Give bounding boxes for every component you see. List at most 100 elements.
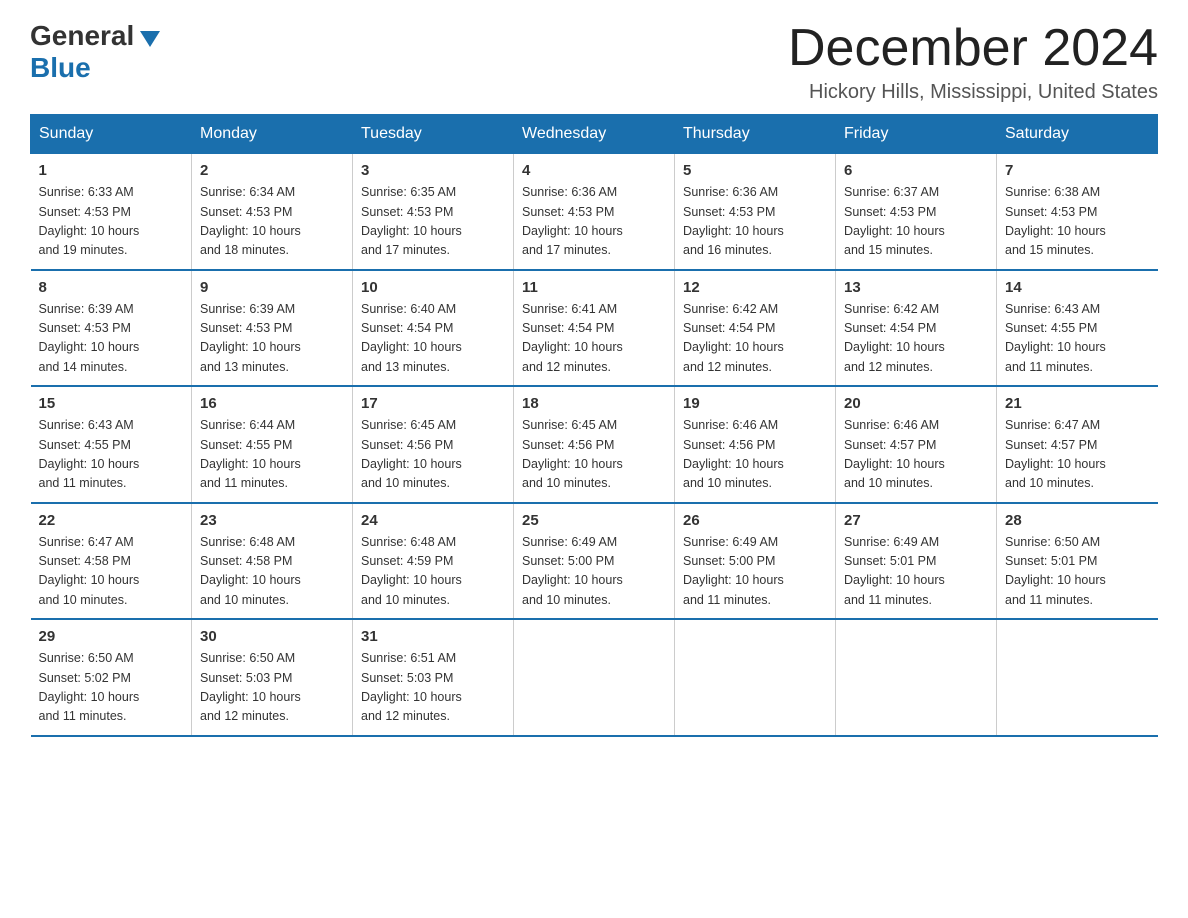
day-number: 11: [522, 279, 666, 296]
day-number: 6: [844, 162, 988, 179]
day-info: Sunrise: 6:49 AMSunset: 5:00 PMDaylight:…: [522, 533, 666, 611]
logo-general-text: General: [30, 20, 134, 52]
day-info: Sunrise: 6:42 AMSunset: 4:54 PMDaylight:…: [844, 300, 988, 378]
page-header: General Blue December 2024 Hickory Hills…: [30, 20, 1158, 104]
days-of-week-row: Sunday Monday Tuesday Wednesday Thursday…: [31, 115, 1158, 154]
calendar-cell: 10 Sunrise: 6:40 AMSunset: 4:54 PMDayligh…: [353, 270, 514, 387]
day-number: 18: [522, 395, 666, 412]
calendar-cell: 1Sunrise: 6:33 AMSunset: 4:53 PMDaylight…: [31, 154, 192, 270]
calendar-cell: 19Sunrise: 6:46 AMSunset: 4:56 PMDayligh…: [675, 386, 836, 503]
calendar-cell: [836, 619, 997, 736]
calendar-cell: 8 Sunrise: 6:39 AMSunset: 4:53 PMDaylight…: [31, 270, 192, 387]
day-info: Sunrise: 6:50 AMSunset: 5:01 PMDaylight:…: [1005, 533, 1150, 611]
day-number: 22: [39, 512, 184, 529]
location-text: Hickory Hills, Mississippi, United State…: [788, 81, 1158, 104]
day-number: 27: [844, 512, 988, 529]
day-number: 14: [1005, 279, 1150, 296]
calendar-cell: 17 Sunrise: 6:45 AMSunset: 4:56 PMDayligh…: [353, 386, 514, 503]
calendar-cell: 6 Sunrise: 6:37 AMSunset: 4:53 PMDaylight…: [836, 154, 997, 270]
day-number: 16: [200, 395, 344, 412]
calendar-cell: 22 Sunrise: 6:47 AMSunset: 4:58 PMDayligh…: [31, 503, 192, 620]
day-info: Sunrise: 6:38 AMSunset: 4:53 PMDaylight:…: [1005, 183, 1150, 261]
calendar-body: 1Sunrise: 6:33 AMSunset: 4:53 PMDaylight…: [31, 154, 1158, 736]
calendar-week-row: 15Sunrise: 6:43 AMSunset: 4:55 PMDayligh…: [31, 386, 1158, 503]
title-section: December 2024 Hickory Hills, Mississippi…: [788, 20, 1158, 104]
day-info: Sunrise: 6:43 AMSunset: 4:55 PMDaylight:…: [1005, 300, 1150, 378]
day-info: Sunrise: 6:46 AMSunset: 4:57 PMDaylight:…: [844, 416, 988, 494]
calendar-cell: 21Sunrise: 6:47 AMSunset: 4:57 PMDayligh…: [997, 386, 1158, 503]
calendar-cell: 26Sunrise: 6:49 AMSunset: 5:00 PMDayligh…: [675, 503, 836, 620]
calendar-cell: 31 Sunrise: 6:51 AMSunset: 5:03 PMDayligh…: [353, 619, 514, 736]
col-sunday: Sunday: [31, 115, 192, 154]
calendar-cell: 11Sunrise: 6:41 AMSunset: 4:54 PMDayligh…: [514, 270, 675, 387]
day-info: Sunrise: 6:40 AMSunset: 4:54 PMDaylight:…: [361, 300, 505, 378]
day-info: Sunrise: 6:45 AMSunset: 4:56 PMDaylight:…: [361, 416, 505, 494]
calendar-cell: 29 Sunrise: 6:50 AMSunset: 5:02 PMDayligh…: [31, 619, 192, 736]
day-number: 9: [200, 279, 344, 296]
calendar-cell: 2Sunrise: 6:34 AMSunset: 4:53 PMDaylight…: [192, 154, 353, 270]
calendar-week-row: 1Sunrise: 6:33 AMSunset: 4:53 PMDaylight…: [31, 154, 1158, 270]
day-info: Sunrise: 6:44 AMSunset: 4:55 PMDaylight:…: [200, 416, 344, 494]
day-info: Sunrise: 6:51 AMSunset: 5:03 PMDaylight:…: [361, 649, 505, 727]
col-tuesday: Tuesday: [353, 115, 514, 154]
day-info: Sunrise: 6:39 AMSunset: 4:53 PMDaylight:…: [200, 300, 344, 378]
day-number: 12: [683, 279, 827, 296]
day-number: 5: [683, 162, 827, 179]
day-number: 7: [1005, 162, 1150, 179]
calendar-week-row: 29 Sunrise: 6:50 AMSunset: 5:02 PMDayligh…: [31, 619, 1158, 736]
calendar-week-row: 22 Sunrise: 6:47 AMSunset: 4:58 PMDayligh…: [31, 503, 1158, 620]
day-info: Sunrise: 6:46 AMSunset: 4:56 PMDaylight:…: [683, 416, 827, 494]
calendar-cell: 5 Sunrise: 6:36 AMSunset: 4:53 PMDaylight…: [675, 154, 836, 270]
calendar-cell: 28Sunrise: 6:50 AMSunset: 5:01 PMDayligh…: [997, 503, 1158, 620]
calendar-cell: 4 Sunrise: 6:36 AMSunset: 4:53 PMDaylight…: [514, 154, 675, 270]
calendar-cell: 16 Sunrise: 6:44 AMSunset: 4:55 PMDayligh…: [192, 386, 353, 503]
calendar-cell: [675, 619, 836, 736]
day-number: 30: [200, 628, 344, 645]
calendar-week-row: 8 Sunrise: 6:39 AMSunset: 4:53 PMDaylight…: [31, 270, 1158, 387]
day-info: Sunrise: 6:36 AMSunset: 4:53 PMDaylight:…: [683, 183, 827, 261]
day-number: 31: [361, 628, 505, 645]
day-info: Sunrise: 6:35 AMSunset: 4:53 PMDaylight:…: [361, 183, 505, 261]
day-info: Sunrise: 6:50 AMSunset: 5:02 PMDaylight:…: [39, 649, 184, 727]
calendar-cell: 13Sunrise: 6:42 AMSunset: 4:54 PMDayligh…: [836, 270, 997, 387]
day-number: 23: [200, 512, 344, 529]
logo-blue-text: Blue: [30, 52, 91, 84]
calendar-cell: 24 Sunrise: 6:48 AMSunset: 4:59 PMDayligh…: [353, 503, 514, 620]
day-number: 29: [39, 628, 184, 645]
day-info: Sunrise: 6:45 AMSunset: 4:56 PMDaylight:…: [522, 416, 666, 494]
day-number: 17: [361, 395, 505, 412]
calendar-cell: 25 Sunrise: 6:49 AMSunset: 5:00 PMDayligh…: [514, 503, 675, 620]
calendar-cell: 14 Sunrise: 6:43 AMSunset: 4:55 PMDayligh…: [997, 270, 1158, 387]
calendar-cell: 3Sunrise: 6:35 AMSunset: 4:53 PMDaylight…: [353, 154, 514, 270]
day-number: 10: [361, 279, 505, 296]
day-info: Sunrise: 6:49 AMSunset: 5:01 PMDaylight:…: [844, 533, 988, 611]
day-info: Sunrise: 6:48 AMSunset: 4:58 PMDaylight:…: [200, 533, 344, 611]
day-number: 24: [361, 512, 505, 529]
day-info: Sunrise: 6:47 AMSunset: 4:58 PMDaylight:…: [39, 533, 184, 611]
day-number: 15: [39, 395, 184, 412]
col-friday: Friday: [836, 115, 997, 154]
logo: General Blue: [30, 20, 160, 84]
day-info: Sunrise: 6:36 AMSunset: 4:53 PMDaylight:…: [522, 183, 666, 261]
day-number: 25: [522, 512, 666, 529]
day-info: Sunrise: 6:48 AMSunset: 4:59 PMDaylight:…: [361, 533, 505, 611]
day-number: 20: [844, 395, 988, 412]
calendar-table: Sunday Monday Tuesday Wednesday Thursday…: [30, 114, 1158, 737]
col-monday: Monday: [192, 115, 353, 154]
col-wednesday: Wednesday: [514, 115, 675, 154]
day-info: Sunrise: 6:37 AMSunset: 4:53 PMDaylight:…: [844, 183, 988, 261]
day-info: Sunrise: 6:39 AMSunset: 4:53 PMDaylight:…: [39, 300, 184, 378]
calendar-cell: 12Sunrise: 6:42 AMSunset: 4:54 PMDayligh…: [675, 270, 836, 387]
day-number: 4: [522, 162, 666, 179]
calendar-cell: 7 Sunrise: 6:38 AMSunset: 4:53 PMDaylight…: [997, 154, 1158, 270]
calendar-cell: 23 Sunrise: 6:48 AMSunset: 4:58 PMDayligh…: [192, 503, 353, 620]
col-saturday: Saturday: [997, 115, 1158, 154]
day-info: Sunrise: 6:50 AMSunset: 5:03 PMDaylight:…: [200, 649, 344, 727]
calendar-cell: [997, 619, 1158, 736]
day-number: 8: [39, 279, 184, 296]
calendar-cell: 9 Sunrise: 6:39 AMSunset: 4:53 PMDaylight…: [192, 270, 353, 387]
calendar-cell: 18 Sunrise: 6:45 AMSunset: 4:56 PMDayligh…: [514, 386, 675, 503]
day-number: 2: [200, 162, 344, 179]
col-thursday: Thursday: [675, 115, 836, 154]
calendar-cell: 15Sunrise: 6:43 AMSunset: 4:55 PMDayligh…: [31, 386, 192, 503]
